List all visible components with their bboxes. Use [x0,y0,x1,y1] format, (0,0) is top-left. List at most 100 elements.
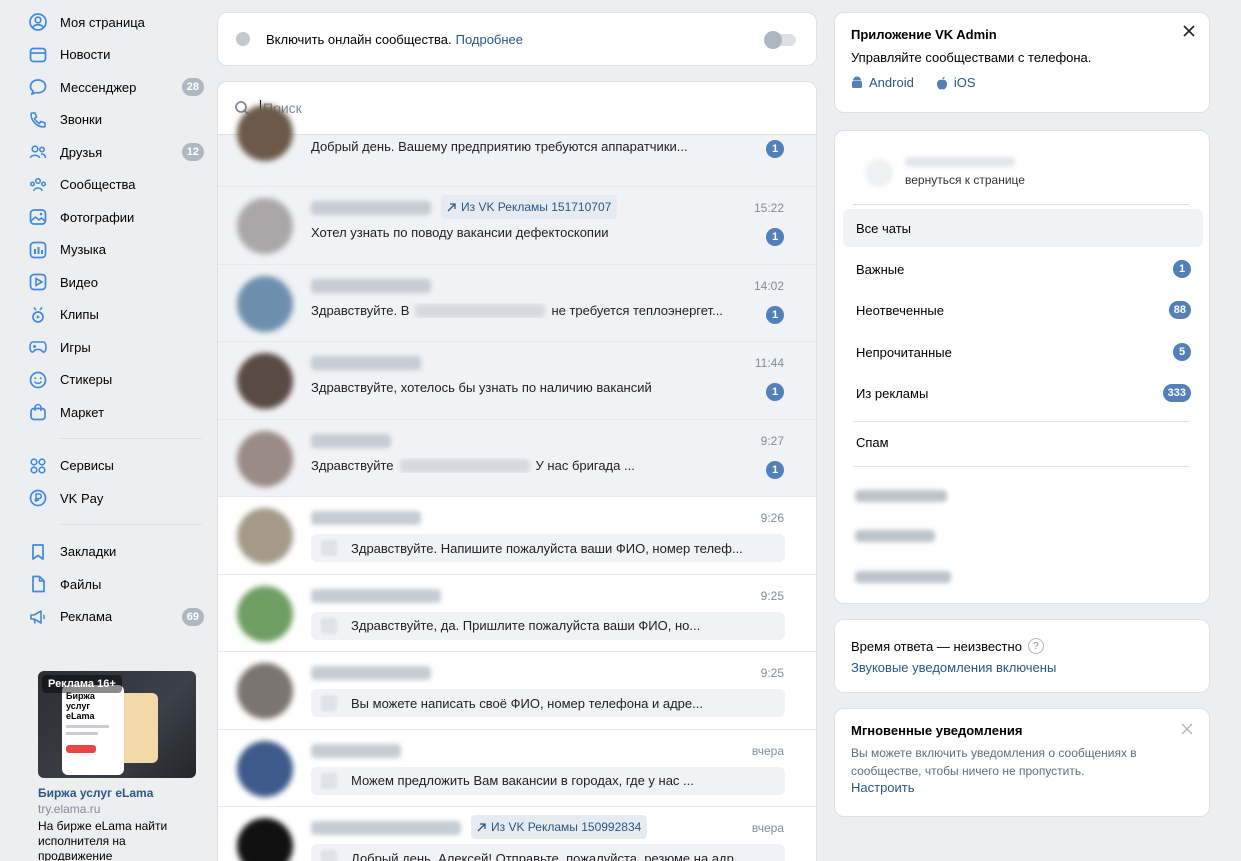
vk-admin-links: Android iOS [851,75,1193,90]
nav-item[interactable]: Видео [28,266,208,299]
nav-counter-badge: 69 [181,607,204,626]
ad-source-tag: Из VK Рекламы 150992834 [471,815,648,839]
nav-item[interactable]: Мессенджер 28 [28,71,208,104]
instant-title: Мгновенные уведомления [851,723,1023,738]
nav-group-services: Сервисы VK Pay [28,450,208,515]
folder-label: Все чаты [856,220,912,236]
folders-divider [853,421,1189,422]
ad-domain: try.elama.ru [38,802,101,816]
ad-title[interactable]: Биржа услуг eLama [38,786,198,800]
folder-spam[interactable]: Спам [843,423,1203,461]
folder-item[interactable]: Из рекламы 333 [843,374,1203,412]
nav-item[interactable]: Новости [28,39,208,72]
unread-badge: 1 [766,305,784,324]
message-text: Можем предложить Вам вакансии в городах,… [351,773,694,788]
nav-item[interactable]: Маркет [28,396,208,429]
nav-item[interactable]: Музыка [28,234,208,267]
vk-admin-title: Приложение VK Admin [851,27,997,42]
folder-item[interactable]: Важные 1 [843,250,1203,288]
sidebar-ad[interactable]: Биржа услуг eLama Реклама 16+ Биржа услу… [38,671,198,861]
instant-notifications: Мгновенные уведомления Вы можете включит… [834,708,1210,817]
message-text: Здравствуйте. Вне требуется теплоэнергет… [311,302,723,319]
nav-item-label: Музыка [60,242,106,258]
search-input[interactable] [263,100,800,116]
manager-name[interactable] [855,490,947,502]
close-icon[interactable] [1181,723,1193,738]
message-text: Здравствуйте, хотелось бы узнать по нали… [311,380,652,395]
nav-item-label: Новости [60,47,111,63]
dialog-name [311,821,461,835]
nav-item-label: Стикеры [60,372,113,388]
dialog-row[interactable]: 9:25 Вы можете написать своё ФИО, номер т… [218,652,816,730]
dialog-name [311,433,391,448]
ios-link[interactable]: iOS [936,75,975,90]
ad-image-phone: Биржа услуг eLama [62,685,124,775]
dialog-row[interactable]: Добрый день. Вашему предприятию требуютс… [218,105,816,187]
message-preview: Вы можете написать своё ФИО, номер телеф… [311,689,785,717]
ad-source-tag: Из VK Рекламы 151710707 [441,195,618,219]
news-icon [28,45,48,65]
nav-item-label: Маркет [60,404,105,420]
dialog-row[interactable]: 9:27 Здравствуйте У нас бригада ... 1 [218,419,816,497]
nav-item-label: Закладки [60,544,117,560]
nav-item-label: Звонки [60,112,102,128]
nav-item[interactable]: Сервисы [28,450,208,483]
help-icon[interactable]: ? [1027,638,1044,654]
nav-item[interactable]: Сообщества [28,169,208,202]
android-link[interactable]: Android [851,75,914,90]
dialog-name [311,278,431,293]
manager-name[interactable] [855,530,935,542]
dialog-row[interactable]: вчера Можем предложить Вам вакансии в гор… [218,730,816,807]
avatar [237,198,293,254]
folder-item[interactable]: Непрочитанные 5 [843,333,1203,371]
nav-item[interactable]: Фотографии [28,201,208,234]
dialog-row[interactable]: 11:44 Здравствуйте, хотелось бы узнать по… [218,342,816,420]
ad-image[interactable]: Биржа услуг eLama Реклама 16+ [38,671,196,778]
folder-item[interactable]: Неотвеченные 88 [843,291,1203,329]
avatar [237,275,293,332]
ad-source-text: Из VK Рекламы 151710707 [461,200,612,214]
online-toggle[interactable] [764,31,796,49]
back-to-page-link[interactable]: вернуться к странице [905,173,1025,187]
nav-item-label: Сообщества [60,177,136,193]
dialog-row[interactable]: 9:26 Здравствуйте. Напишите пожалуйста ва… [218,497,816,575]
nav-item[interactable]: Реклама 69 [28,601,208,634]
nav-item[interactable]: Файлы [28,568,208,601]
music-icon [28,240,48,260]
sender-avatar [321,540,337,556]
online-text: Включить онлайн сообщества. [266,31,452,47]
dialog-row[interactable]: Из VK Рекламы 150992834 вчера Добрый день,… [218,807,816,861]
gamepad-icon [28,337,48,357]
vk-admin-subtitle: Управляйте сообществами с телефона. [851,50,1092,65]
nav-item[interactable]: Моя страница [28,6,208,39]
dialog-row[interactable]: 9:25 Здравствуйте, да. Пришлите пожалуйст… [218,575,816,652]
services-grid-icon [28,456,48,476]
nav-item[interactable]: Закладки [28,536,208,569]
configure-link[interactable]: Настроить [851,780,1193,795]
dialog-row[interactable]: 14:02 Здравствуйте. Вне требуется теплоэн… [218,264,816,342]
more-link[interactable]: Подробнее [456,32,523,47]
bookmark-icon [28,542,48,562]
android-icon [851,76,863,90]
nav-item[interactable]: Клипы [28,299,208,332]
nav-item[interactable]: Звонки [28,104,208,137]
nav-item[interactable]: Друзья 12 [28,136,208,169]
dialog-time: вчера [751,743,784,758]
close-icon[interactable] [1183,25,1195,40]
video-icon [28,272,48,292]
nav-item[interactable]: VK Pay [28,482,208,515]
folder-item[interactable]: Все чаты [843,209,1203,247]
dialog-name [311,511,421,525]
search-bar[interactable] [218,82,816,135]
vkpay-icon [28,488,48,508]
message-text: Здравствуйте У нас бригада ... [311,457,635,474]
nav-item[interactable]: Игры [28,331,208,364]
community-name [905,157,1015,167]
dialog-row[interactable]: Из VK Рекламы 151710707 15:22 Хотел узнать… [218,187,816,265]
ad-age-tag: Реклама 16+ [42,675,122,693]
manager-name[interactable] [855,571,951,583]
nav-item[interactable]: Стикеры [28,364,208,397]
unread-badge: 1 [766,460,784,479]
avatar [237,585,293,642]
sound-notifications-link[interactable]: Звуковые уведомления включены [851,660,1193,675]
